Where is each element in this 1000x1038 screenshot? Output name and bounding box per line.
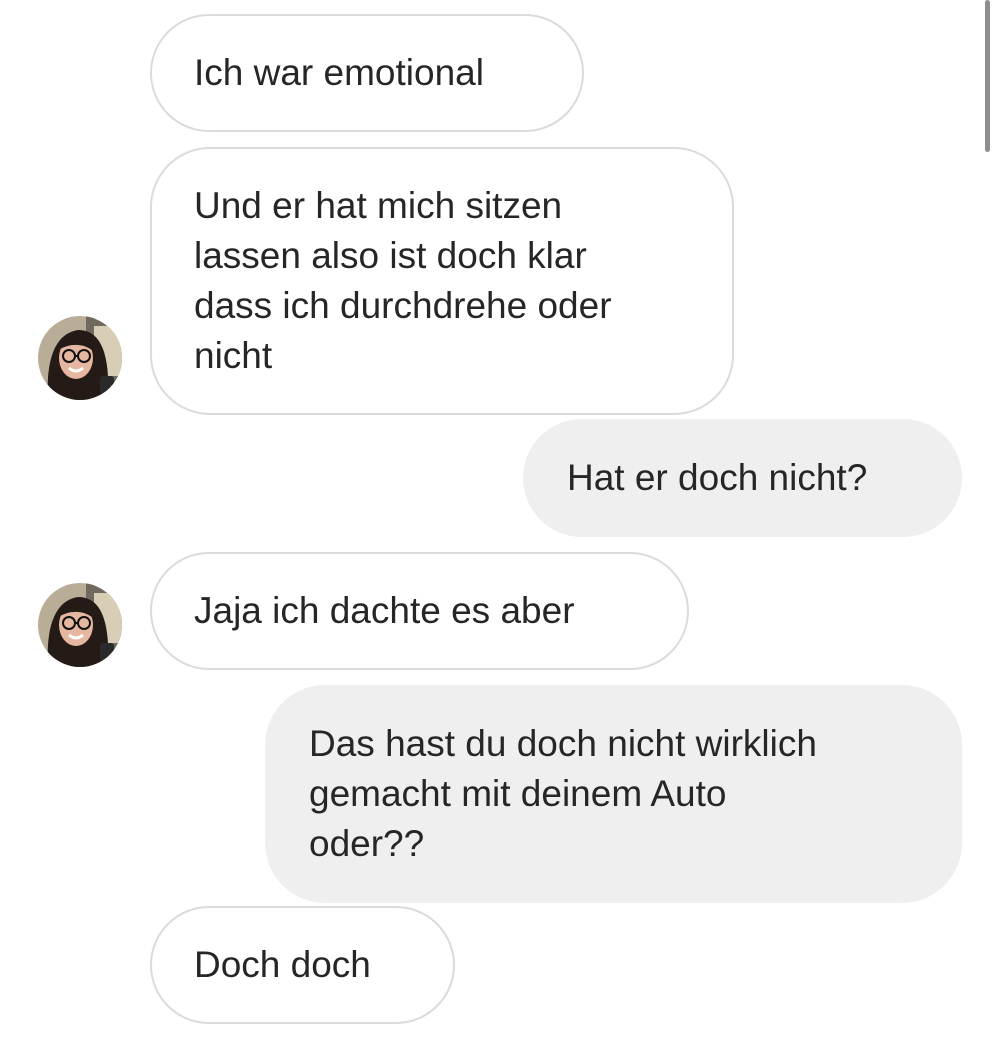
message-bubble-received[interactable]: Und er hat mich sitzen lassen also ist d… (150, 147, 734, 415)
message-bubble-received[interactable]: Jaja ich dachte es aber (150, 552, 689, 670)
message-thread[interactable]: Ich war emotional Und er hat mich sitzen… (0, 0, 1000, 1038)
message-bubble-sent[interactable]: Das hast du doch nicht wirklich gemacht … (265, 685, 962, 903)
message-bubble-received[interactable]: Doch doch (150, 906, 455, 1024)
avatar-photo-icon (38, 316, 122, 400)
avatar-photo-icon (38, 583, 122, 667)
contact-avatar[interactable] (38, 316, 122, 400)
message-bubble-sent[interactable]: Hat er doch nicht? (523, 419, 962, 537)
contact-avatar[interactable] (38, 583, 122, 667)
scrollbar[interactable] (985, 0, 990, 152)
message-bubble-received[interactable]: Ich war emotional (150, 14, 584, 132)
